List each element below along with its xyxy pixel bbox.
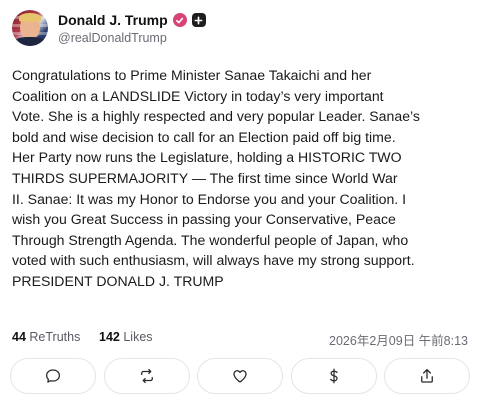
- post-line: II. Sanae: It was my Honor to Endorse yo…: [12, 190, 407, 207]
- post-line: Coalition on a LANDSLIDE Victory in toda…: [12, 87, 384, 104]
- retruths-count: 44: [12, 330, 26, 344]
- post-line: voted with such enthusiasm, will always …: [12, 252, 415, 269]
- action-bar: [10, 358, 470, 394]
- post-timestamp[interactable]: 2026年2月09日 午前8:13: [329, 330, 468, 349]
- share-button[interactable]: [384, 358, 470, 394]
- post-line: Through Strength Agenda. The wonderful p…: [12, 231, 409, 248]
- tip-button[interactable]: [290, 358, 377, 394]
- post-line: bold and wise decision to call for an El…: [12, 128, 396, 145]
- repost-icon: [140, 368, 153, 384]
- avatar-suit: [14, 37, 46, 46]
- post-line: Vote. She is a highly respected and very…: [12, 108, 420, 125]
- likes-stat[interactable]: 142 Likes: [99, 330, 153, 344]
- post-header: Donald J. Trump @realDonaldTrump: [12, 10, 468, 50]
- post-line: wish you Great Success in passing your C…: [12, 211, 396, 228]
- display-name[interactable]: Donald J. Trump: [58, 12, 168, 28]
- post-line: Her Party now runs the Legislature, hold…: [12, 149, 402, 166]
- comment-icon: [45, 369, 61, 383]
- share-icon: [421, 368, 433, 383]
- avatar[interactable]: [12, 10, 48, 46]
- heart-icon: [233, 370, 247, 383]
- name-row: Donald J. Trump: [58, 12, 206, 28]
- likes-count: 142: [99, 330, 120, 344]
- post-line: PRESIDENT DONALD J. TRUMP: [12, 272, 224, 289]
- likes-label: Likes: [123, 330, 153, 344]
- retruths-stat[interactable]: 44 ReTruths: [12, 330, 80, 344]
- post-body: Congratulations to Prime Minister Sanae …: [12, 65, 474, 292]
- dollar-icon: [329, 368, 338, 384]
- verified-check-icon: [172, 13, 187, 27]
- stats-row: 44 ReTruths 142 Likes 2026年2月09日 午前8:13: [12, 330, 468, 348]
- retruth-button[interactable]: [103, 358, 190, 394]
- reply-button[interactable]: [10, 358, 96, 394]
- like-button[interactable]: [197, 358, 283, 394]
- post-line: THIRDS SUPERMAJORITY — The first time si…: [12, 169, 398, 186]
- user-handle[interactable]: @realDonaldTrump: [58, 31, 167, 45]
- retruths-label: ReTruths: [29, 330, 81, 344]
- avatar-hair: [19, 13, 41, 22]
- post-line: Congratulations to Prime Minister Sanae …: [12, 67, 372, 83]
- plus-badge-icon: [191, 13, 206, 27]
